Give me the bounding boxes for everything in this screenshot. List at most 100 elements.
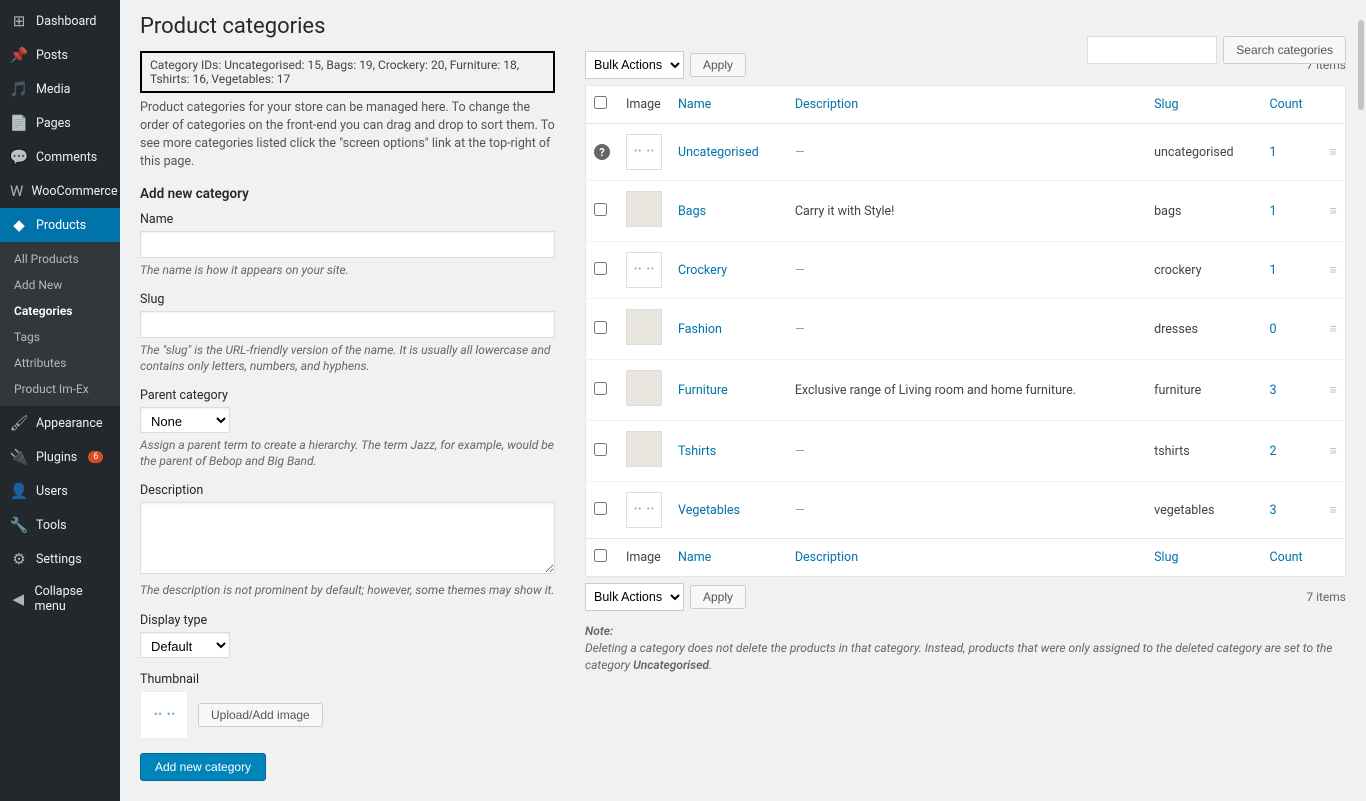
menu-woocommerce[interactable]: WWooCommerce xyxy=(0,174,120,208)
slug-label: Slug xyxy=(140,292,555,307)
submenu-add-new[interactable]: Add New xyxy=(0,272,120,298)
bulk-actions-select-top[interactable]: Bulk Actions xyxy=(585,51,684,79)
drag-handle[interactable]: ≡ xyxy=(1322,482,1346,539)
row-count-link[interactable]: 3 xyxy=(1270,503,1277,518)
row-name-link[interactable]: Fashion xyxy=(678,322,722,337)
menu-comments[interactable]: 💬Comments xyxy=(0,140,120,174)
search-input[interactable] xyxy=(1087,36,1217,64)
thumbnail-placeholder: •• •• xyxy=(626,492,662,528)
plug-icon: 🔌 xyxy=(10,448,28,466)
menu-users[interactable]: 👤Users xyxy=(0,474,120,508)
select-all-bottom[interactable] xyxy=(594,549,607,562)
category-ids-label: Category IDs: xyxy=(150,58,221,72)
submenu-attributes[interactable]: Attributes xyxy=(0,350,120,376)
menu-dashboard[interactable]: ⊞Dashboard xyxy=(0,4,120,38)
menu-plugins[interactable]: 🔌Plugins6 xyxy=(0,440,120,474)
search-button[interactable]: Search categories xyxy=(1223,36,1346,64)
add-category-button[interactable]: Add new category xyxy=(140,753,266,781)
row-count-link[interactable]: 0 xyxy=(1270,322,1277,337)
products-submenu: All Products Add New Categories Tags Att… xyxy=(0,242,120,406)
name-input[interactable] xyxy=(140,231,555,258)
category-ids-box: Category IDs: Uncategorised: 15, Bags: 1… xyxy=(140,51,555,93)
bulk-actions-select-bottom[interactable]: Bulk Actions xyxy=(585,583,684,611)
row-checkbox[interactable] xyxy=(594,203,607,216)
menu-tools[interactable]: 🔧Tools xyxy=(0,508,120,542)
col-description-foot[interactable]: Description xyxy=(795,550,858,565)
row-description: — xyxy=(795,145,805,160)
row-checkbox[interactable] xyxy=(594,321,607,334)
row-slug: vegetables xyxy=(1146,482,1261,539)
apply-button-bottom[interactable]: Apply xyxy=(690,585,746,609)
col-name-foot[interactable]: Name xyxy=(678,550,711,565)
submenu-tags[interactable]: Tags xyxy=(0,324,120,350)
menu-collapse[interactable]: ◀Collapse menu xyxy=(0,576,120,622)
menu-label: Dashboard xyxy=(36,14,96,29)
row-checkbox[interactable] xyxy=(594,382,607,395)
apply-button-top[interactable]: Apply xyxy=(690,53,746,77)
upload-image-button[interactable]: Upload/Add image xyxy=(198,703,323,727)
row-slug: furniture xyxy=(1146,360,1261,421)
drag-handle[interactable]: ≡ xyxy=(1322,299,1346,360)
menu-settings[interactable]: ⚙Settings xyxy=(0,542,120,576)
categories-table: Image Name Description Slug Count ?•• ••… xyxy=(585,85,1346,577)
menu-label: Comments xyxy=(36,150,97,165)
col-slug[interactable]: Slug xyxy=(1154,97,1178,112)
row-checkbox[interactable] xyxy=(594,502,607,515)
row-slug: bags xyxy=(1146,181,1261,242)
drag-handle[interactable]: ≡ xyxy=(1322,360,1346,421)
tablenav-bottom: Bulk Actions Apply 7 items xyxy=(585,583,1346,611)
menu-pages[interactable]: 📄Pages xyxy=(0,106,120,140)
scrollbar[interactable] xyxy=(1358,20,1364,110)
row-name-link[interactable]: Vegetables xyxy=(678,503,740,518)
col-slug-foot[interactable]: Slug xyxy=(1154,550,1178,565)
row-name-link[interactable]: Furniture xyxy=(678,383,728,398)
thumbnail-image xyxy=(626,309,662,345)
collapse-icon: ◀ xyxy=(10,590,26,608)
menu-label: Appearance xyxy=(36,416,103,431)
row-count-link[interactable]: 1 xyxy=(1270,204,1277,219)
row-count-link[interactable]: 1 xyxy=(1270,263,1277,278)
admin-sidebar: ⊞Dashboard 📌Posts 🎵Media 📄Pages 💬Comment… xyxy=(0,0,120,801)
row-description: — xyxy=(795,263,805,278)
row-name-link[interactable]: Tshirts xyxy=(678,444,716,459)
col-count[interactable]: Count xyxy=(1270,97,1303,112)
col-description[interactable]: Description xyxy=(795,97,858,112)
items-count-bottom: 7 items xyxy=(1306,590,1346,604)
display-type-select[interactable]: Default xyxy=(140,632,230,658)
note-label: Note: xyxy=(585,624,613,638)
table-row: ?•• ••Uncategorised—uncategorised1≡ xyxy=(586,124,1346,181)
col-count-foot[interactable]: Count xyxy=(1270,550,1303,565)
table-row: •• ••Crockery—crockery1≡ xyxy=(586,242,1346,299)
table-row: Fashion—dresses0≡ xyxy=(586,299,1346,360)
thumbnail-placeholder: •• •• xyxy=(626,252,662,288)
row-checkbox[interactable] xyxy=(594,262,607,275)
drag-handle[interactable]: ≡ xyxy=(1322,181,1346,242)
col-name[interactable]: Name xyxy=(678,97,711,112)
parent-hint: Assign a parent term to create a hierarc… xyxy=(140,437,555,469)
row-count-link[interactable]: 1 xyxy=(1270,145,1277,160)
drag-handle[interactable]: ≡ xyxy=(1322,242,1346,299)
row-count-link[interactable]: 2 xyxy=(1270,444,1277,459)
submenu-all-products[interactable]: All Products xyxy=(0,246,120,272)
row-name-link[interactable]: Crockery xyxy=(678,263,727,278)
help-icon[interactable]: ? xyxy=(594,144,610,160)
submenu-product-im-ex[interactable]: Product Im-Ex xyxy=(0,376,120,402)
row-checkbox[interactable] xyxy=(594,443,607,456)
left-column: Category IDs: Uncategorised: 15, Bags: 1… xyxy=(140,51,555,781)
main-content: Product categories Search categories Cat… xyxy=(120,0,1366,801)
row-name-link[interactable]: Bags xyxy=(678,204,706,219)
submenu-categories[interactable]: Categories xyxy=(0,298,120,324)
menu-products[interactable]: ◆Products xyxy=(0,208,120,242)
select-all-top[interactable] xyxy=(594,96,607,109)
drag-handle[interactable]: ≡ xyxy=(1322,421,1346,482)
slug-input[interactable] xyxy=(140,311,555,338)
row-count-link[interactable]: 3 xyxy=(1270,383,1277,398)
menu-media[interactable]: 🎵Media xyxy=(0,72,120,106)
menu-posts[interactable]: 📌Posts xyxy=(0,38,120,72)
parent-select[interactable]: None xyxy=(140,407,230,433)
menu-appearance[interactable]: 🖌Appearance xyxy=(0,406,120,440)
description-textarea[interactable] xyxy=(140,502,555,574)
product-icon: ◆ xyxy=(10,216,28,234)
row-name-link[interactable]: Uncategorised xyxy=(678,145,759,160)
drag-handle[interactable]: ≡ xyxy=(1322,124,1346,181)
